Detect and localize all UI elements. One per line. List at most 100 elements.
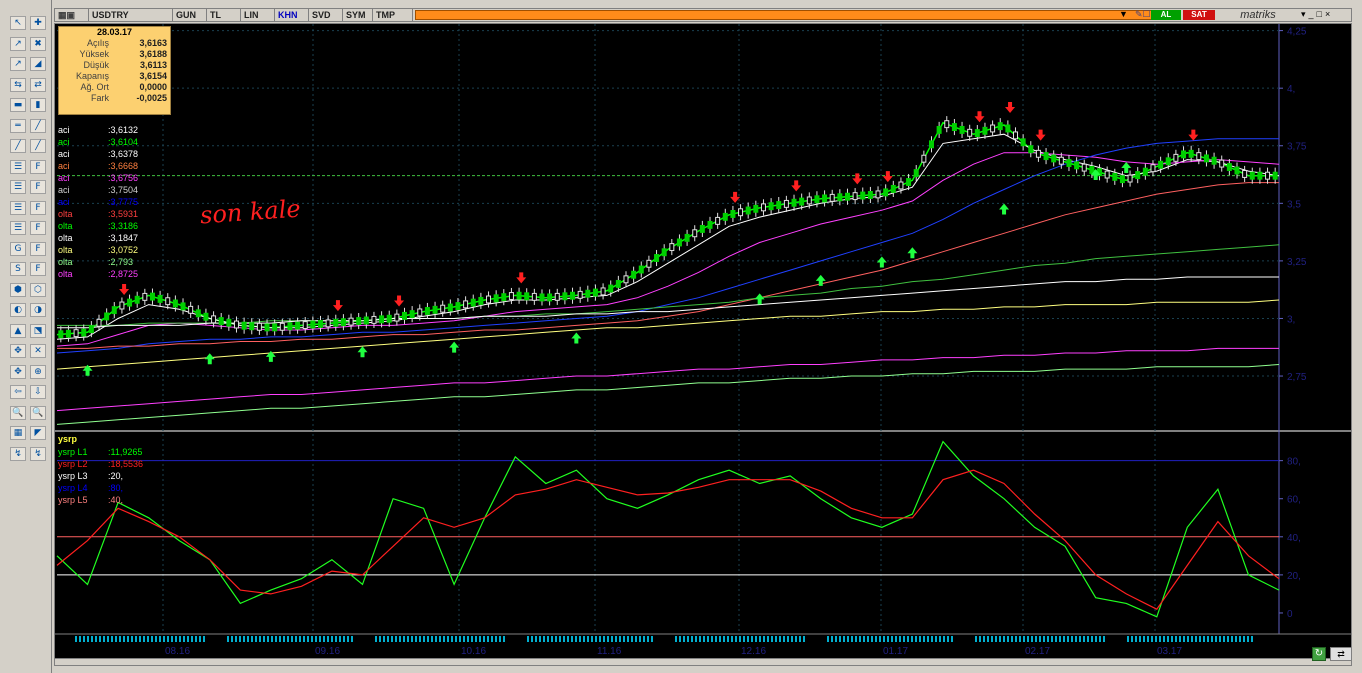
toolbar-tool-icon[interactable]: ↯ [10,446,26,461]
volume-tick [1151,636,1153,642]
volume-tick [1251,636,1253,642]
toolbar-tool-icon[interactable]: ✚ [30,16,46,30]
toolbar-tool-icon[interactable]: ↗ [10,36,26,51]
toolbar-tool-icon[interactable]: ✥ [10,344,26,358]
toolbar-tool-icon[interactable]: G [10,241,26,256]
menu-icons[interactable]: ▦▣ [55,9,89,21]
toolbar-tool-icon[interactable]: ✖ [30,36,46,51]
toolbar-tool-icon[interactable]: ☰ [10,159,26,174]
volume-tick [195,636,197,642]
volume-tick [587,636,589,642]
osc-y-tick-label: 0 [1287,609,1293,620]
toolbar-tool-icon[interactable]: ▦ [10,426,26,440]
toolbar-tool-icon[interactable]: ☰ [10,221,26,235]
toolbar-tool-icon[interactable]: ╱ [30,118,46,133]
tab-sym[interactable]: SYM [343,9,373,21]
toolbar-tool-icon[interactable]: ↯ [30,446,46,461]
refresh-icon[interactable]: ↻ [1312,647,1326,661]
toolbar-tool-icon[interactable]: ◐ [10,303,26,317]
tab-lin[interactable]: LIN [241,9,275,21]
candle-body [1181,150,1187,159]
legend-name: olta [58,233,73,243]
volume-tick [983,636,985,642]
candle-body [669,243,675,252]
volume-tick [951,636,953,642]
volume-tick [1071,636,1073,642]
osc-series-line [56,469,1280,610]
volume-tick [1083,636,1085,642]
volume-tick [163,636,165,642]
toolbar-tool-icon[interactable]: ↗ [10,57,26,71]
tab-tmp[interactable]: TMP [373,9,413,21]
toolbar-tool-icon[interactable]: 🔍 [30,405,46,420]
volume-tick [907,636,909,642]
horizontal-scrollbar[interactable] [54,658,1352,666]
candle-body [531,292,537,301]
toolbar-tool-icon[interactable]: ▬ [10,98,26,112]
toolbar-tool-icon[interactable]: ◢ [30,57,46,71]
navigate-icon[interactable]: ⇄ [1330,647,1352,661]
volume-tick [1015,636,1017,642]
candle-body [172,299,178,308]
toolbar-tool-icon[interactable]: ↖ [10,16,26,30]
volume-tick [391,636,393,642]
volume-tick [1099,636,1101,642]
toolbar-tool-icon[interactable]: ⇦ [10,385,26,399]
toolbar-tool-icon[interactable]: F [30,200,46,215]
toolbar-tool-icon[interactable]: ⇄ [30,77,46,92]
dropdown-icon[interactable]: ▼ [1119,9,1128,19]
infobox-value: 0,0000 [139,82,167,92]
candle-body [73,329,79,338]
ohlc-infobox: 28.03.17 Açılış 3,6163 Yüksek 3,6188 Düşük 3,… [58,26,171,115]
toolbar-tool-icon[interactable]: ⬡ [30,282,46,297]
toolbar-tool-icon[interactable]: ⊕ [30,364,46,379]
tools-icon[interactable]: ✎☐ [1135,9,1151,20]
tab-khn[interactable]: KHN [275,9,309,21]
volume-tick [311,636,313,642]
toolbar-tool-icon[interactable]: ⬔ [30,323,46,338]
volume-tick [595,636,597,642]
candle-body [592,288,598,297]
toolbar-tool-icon[interactable]: ⬢ [10,282,26,297]
toolbar-tool-icon[interactable]: ═ [10,118,26,133]
candle-body [65,329,71,338]
toolbar-tool-icon[interactable]: ◑ [30,303,46,317]
volume-tick [127,636,129,642]
toolbar-tool-icon[interactable]: ☰ [10,180,26,194]
candle-body [1013,131,1019,140]
toolbar-tool-icon[interactable]: ⇩ [30,385,46,399]
sell-button[interactable]: SAT [1183,10,1215,20]
toolbar-tool-icon[interactable]: ╱ [30,139,46,153]
toolbar-tool-icon[interactable]: ⇆ [10,77,26,92]
symbol-field[interactable]: USDTRY [89,9,173,21]
volume-tick [1127,636,1129,642]
tab-tl[interactable]: TL [207,9,241,21]
toolbar-tool-icon[interactable]: ☰ [10,200,26,215]
volume-tick [935,636,937,642]
toolbar-tool-icon[interactable]: 🔍 [10,405,26,420]
window-controls-icon[interactable]: ▾_□× [1301,9,1333,20]
volume-tick [1175,636,1177,642]
toolbar-tool-icon[interactable]: F [30,180,46,194]
tab-gun[interactable]: GUN [173,9,207,21]
toolbar-tool-icon[interactable]: ✥ [10,364,26,379]
y-tick-label: 2,75 [1287,372,1307,383]
volume-tick [347,636,349,642]
volume-tick [735,636,737,642]
buy-button[interactable]: AL [1151,10,1181,20]
toolbar-tool-icon[interactable]: ✕ [30,344,46,358]
toolbar-tool-icon[interactable]: ╱ [10,139,26,153]
toolbar-tool-icon[interactable]: F [30,221,46,235]
toolbar-tool-icon[interactable]: F [30,262,46,276]
tab-svd[interactable]: SVD [309,9,343,21]
toolbar-tool-icon[interactable]: ▮ [30,98,46,112]
toolbar-tool-icon[interactable]: F [30,241,46,256]
toolbar-tool-icon[interactable]: ◤ [30,426,46,440]
toolbar-tool-icon[interactable]: F [30,159,46,174]
toolbar-tool-icon[interactable]: ▲ [10,323,26,338]
volume-tick [155,636,157,642]
candle-body [562,292,568,301]
volume-tick [791,636,793,642]
volume-tick [459,636,461,642]
toolbar-tool-icon[interactable]: S [10,262,26,276]
